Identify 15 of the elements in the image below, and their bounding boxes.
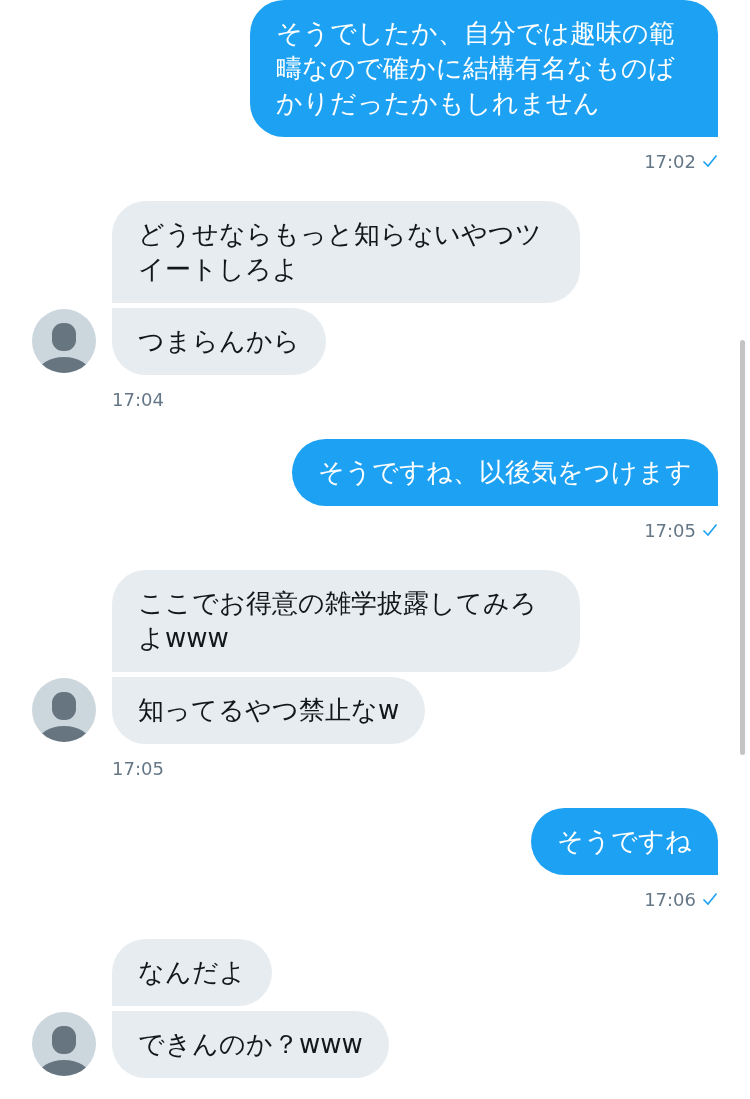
message-bubble: どうせならもっと知らないやつツイートしろよ — [112, 201, 580, 303]
message-bubble: なんだよ — [112, 939, 272, 1006]
message-time: 17:06 — [644, 888, 696, 910]
message-time: 17:05 — [644, 519, 696, 541]
message-bubble: そうですね、以後気をつけます — [292, 439, 718, 506]
message-bubble: そうでしたか、自分では趣味の範疇なので確かに結構有名なものばかりだったかもしれません — [250, 0, 718, 137]
message-time: 17:04 — [112, 388, 164, 410]
message-time: 17:05 — [112, 757, 164, 779]
message-bubble: できんのか？www — [112, 1011, 389, 1078]
message-bubble: 知ってるやつ禁止なw — [112, 677, 426, 744]
scroll-bar[interactable] — [740, 340, 745, 755]
message-bubble: ここでお得意の雑学披露してみろよwww — [112, 570, 580, 672]
message-time: 17:02 — [644, 150, 696, 172]
message-bubble: つまらんから — [112, 308, 326, 375]
message-bubble: そうですね — [531, 808, 718, 875]
